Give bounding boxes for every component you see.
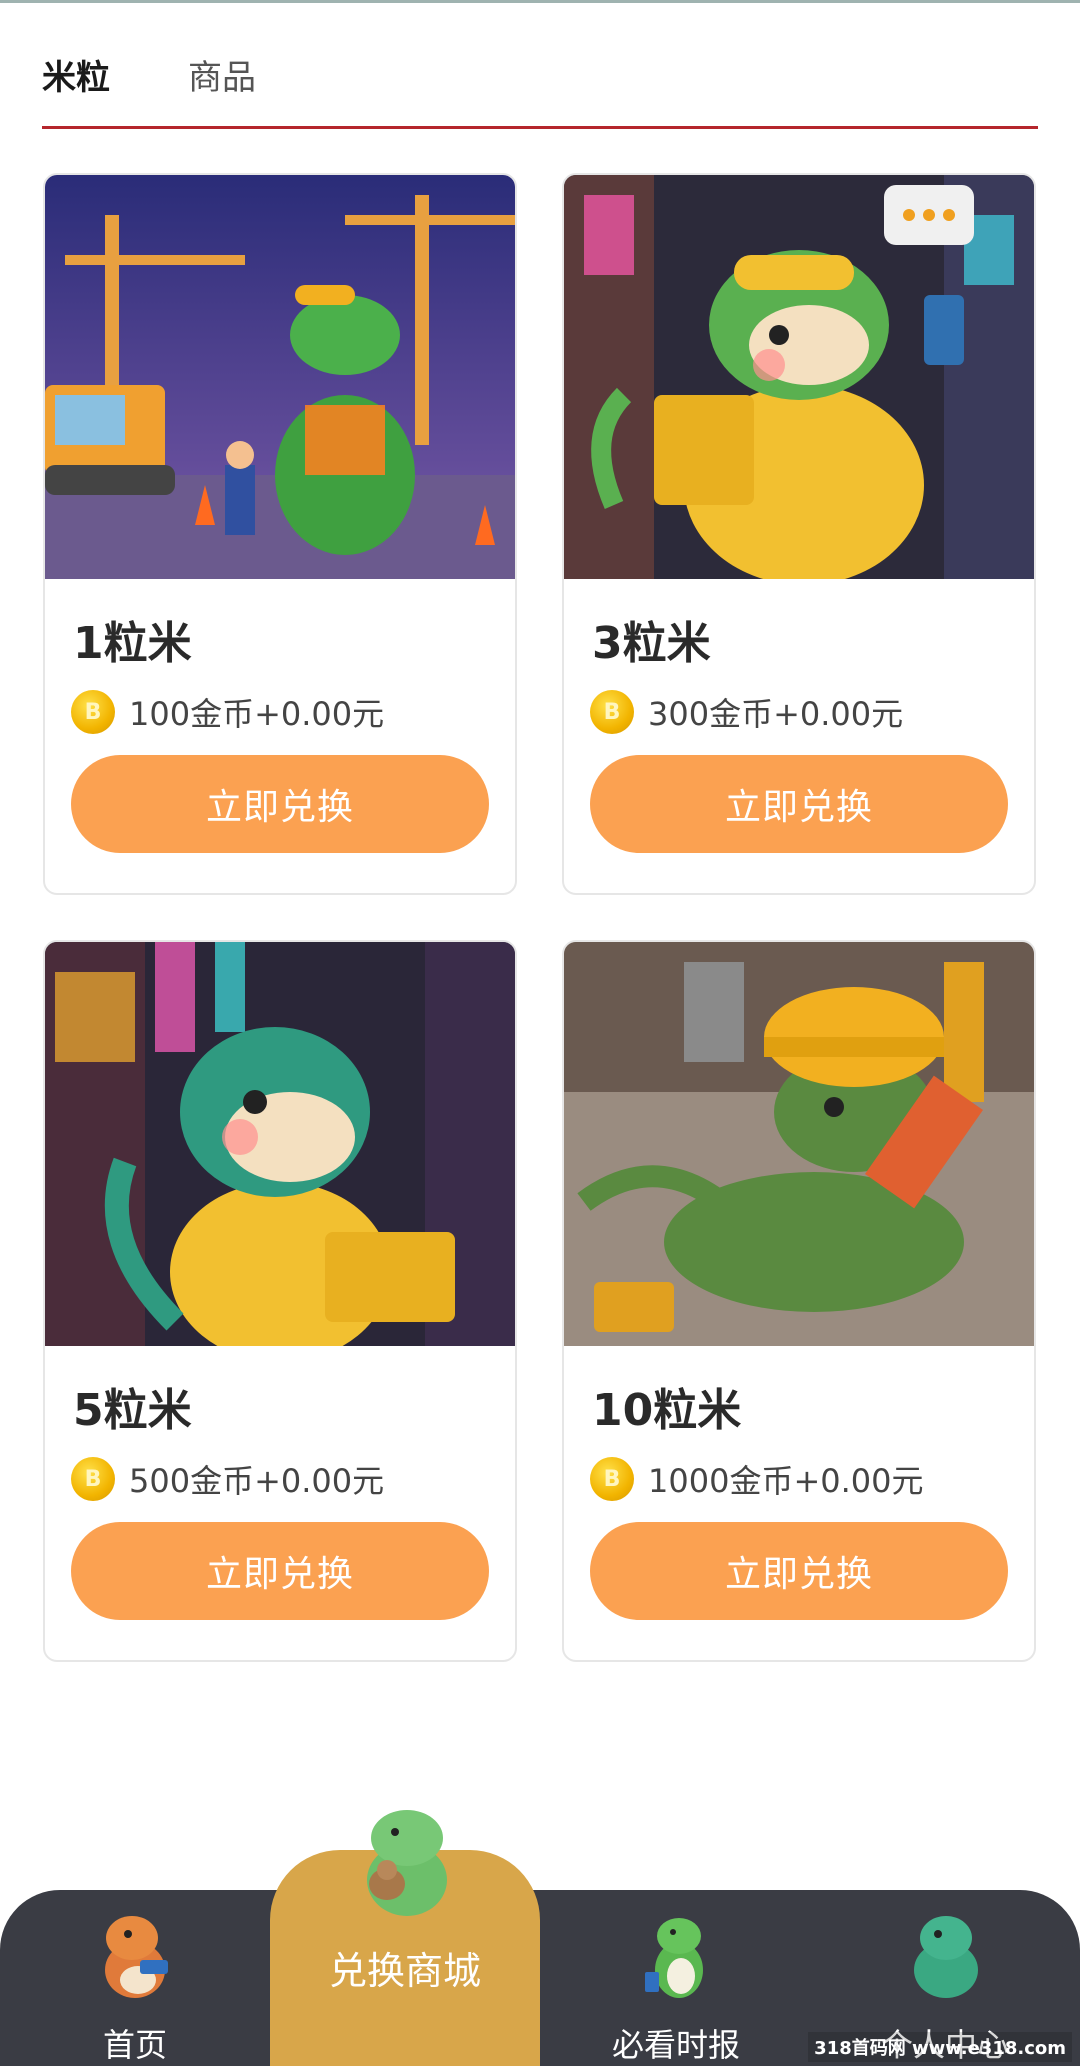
nav-label-news: 必看时报 <box>611 2026 740 2064</box>
product-card[interactable]: 5粒米 B 500金币+0.00元 立即兑换 <box>43 940 517 1662</box>
product-title: 3粒米 <box>592 618 711 669</box>
product-price: 500金币+0.00元 <box>129 1462 385 1500</box>
tab-rice[interactable]: 米粒 <box>42 50 110 99</box>
news-dino-icon <box>645 1918 703 1998</box>
product-title: 5粒米 <box>73 1385 192 1436</box>
top-divider <box>0 0 1080 3</box>
category-tabs: 米粒 商品 <box>42 40 1038 130</box>
tab-goods[interactable]: 商品 <box>188 50 256 99</box>
coin-icon: B <box>590 1457 634 1501</box>
tab-underline <box>42 126 1038 129</box>
app-page: 米粒 商品 1粒米 B 100金币+0.00元 立即兑换 3粒米 B 300金币… <box>0 0 1080 2066</box>
price-row: B 100金币+0.00元 <box>71 689 384 735</box>
construction-dino-image <box>45 175 515 579</box>
nav-item-news[interactable]: 必看时报 <box>566 1890 786 2066</box>
delivery-dino-phone-image <box>564 175 1034 579</box>
price-row: B 1000金币+0.00元 <box>590 1456 924 1502</box>
delivery-dino-box-image <box>45 942 515 1346</box>
repair-dino-wrench-image <box>564 942 1034 1346</box>
nav-label-shop: 兑换商城 <box>328 1949 481 1993</box>
nav-item-shop[interactable]: 兑换商城 <box>270 1810 540 2066</box>
product-card[interactable]: 10粒米 B 1000金币+0.00元 立即兑换 <box>562 940 1036 1662</box>
product-card[interactable]: 3粒米 B 300金币+0.00元 立即兑换 <box>562 173 1036 895</box>
product-price: 100金币+0.00元 <box>129 695 385 733</box>
coin-icon: B <box>71 690 115 734</box>
price-row: B 500金币+0.00元 <box>71 1456 384 1502</box>
product-price: 1000金币+0.00元 <box>648 1462 924 1500</box>
nav-label-home: 首页 <box>102 2026 167 2064</box>
home-dino-icon <box>105 1916 168 1998</box>
redeem-button[interactable]: 立即兑换 <box>71 1522 489 1620</box>
price-row: B 300金币+0.00元 <box>590 689 903 735</box>
coin-icon: B <box>590 690 634 734</box>
watermark: 318首码网 www.e318.com <box>808 2032 1072 2062</box>
product-price: 300金币+0.00元 <box>648 695 904 733</box>
shop-dino-icon <box>367 1810 447 1916</box>
product-card[interactable]: 1粒米 B 100金币+0.00元 立即兑换 <box>43 173 517 895</box>
product-title: 10粒米 <box>592 1385 742 1436</box>
redeem-button[interactable]: 立即兑换 <box>71 755 489 853</box>
coin-icon: B <box>71 1457 115 1501</box>
redeem-button[interactable]: 立即兑换 <box>590 1522 1008 1620</box>
profile-dino-icon <box>914 1916 978 1998</box>
redeem-button[interactable]: 立即兑换 <box>590 755 1008 853</box>
product-title: 1粒米 <box>73 618 192 669</box>
nav-item-home[interactable]: 首页 <box>25 1890 245 2066</box>
